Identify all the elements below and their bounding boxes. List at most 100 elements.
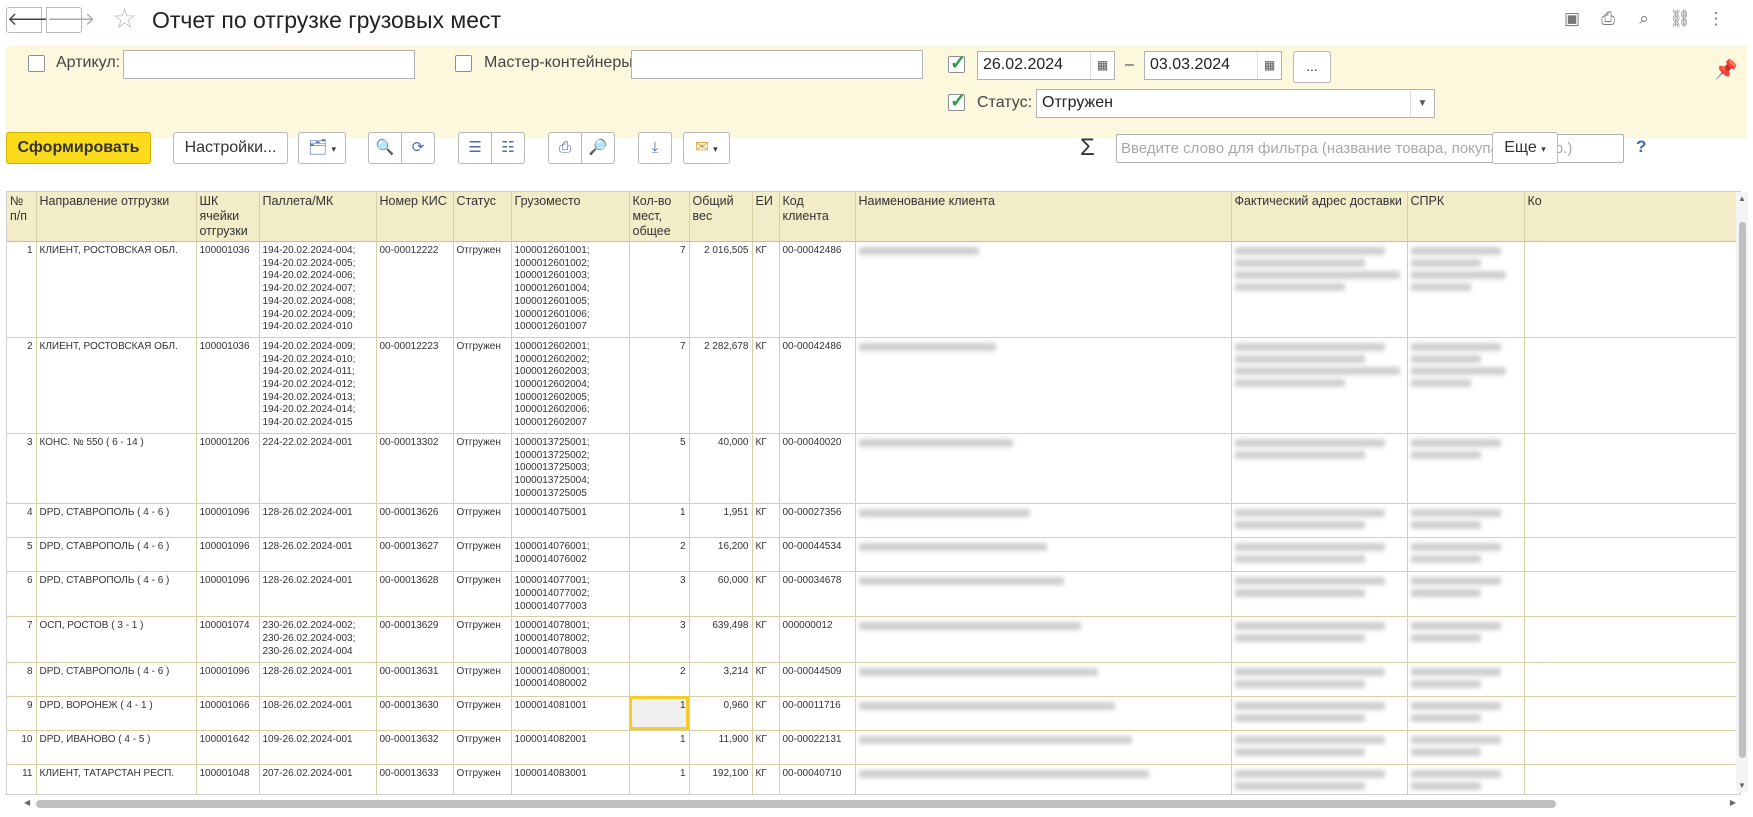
direction-cell[interactable]: КЛИЕНТ, ТАТАРСТАН РЕСП. <box>36 764 197 794</box>
kis-number-cell[interactable]: 00-00013630 <box>376 696 454 731</box>
cargo-place-cell[interactable]: 1000014077001; 1000014077002; 100001407700… <box>511 571 630 618</box>
next-column-cell[interactable] <box>1524 571 1740 618</box>
delivery-address-cell[interactable] <box>1231 433 1408 505</box>
cell-barcode[interactable]: 100001096 <box>196 571 260 618</box>
sum-icon[interactable]: Σ <box>1080 134 1095 162</box>
weight-cell[interactable]: 2 016,505 <box>689 241 753 338</box>
client-name-cell[interactable] <box>855 433 1232 505</box>
row-number[interactable]: 1 <box>7 241 37 338</box>
weight-cell[interactable]: 40,000 <box>689 433 753 505</box>
direction-cell[interactable]: DPD, СТАВРОПОЛЬ ( 4 - 6 ) <box>36 662 197 697</box>
calendar-icon[interactable]: ▦ <box>1090 52 1114 79</box>
client-name-cell[interactable] <box>855 503 1232 539</box>
status-cell[interactable]: Отгружен <box>453 571 512 618</box>
client-code-cell[interactable]: 00-00022131 <box>779 730 856 765</box>
more-vertical-icon[interactable]: ⋮ <box>1705 8 1727 30</box>
client-code-cell[interactable]: 00-00040710 <box>779 764 856 794</box>
pallet-cell[interactable]: 194-20.02.2024-004; 194-20.02.2024-005; 19… <box>259 241 377 338</box>
kis-number-cell[interactable]: 00-00012222 <box>376 241 454 338</box>
row-number[interactable]: 11 <box>7 764 37 794</box>
help-button[interactable]: ? <box>1636 137 1646 157</box>
sprk-cell[interactable] <box>1407 241 1525 338</box>
pallet-cell[interactable]: 128-26.02.2024-001 <box>259 571 377 618</box>
favorite-star-icon[interactable]: ☆ <box>112 4 137 34</box>
delivery-address-cell[interactable] <box>1231 241 1408 338</box>
delivery-address-cell[interactable] <box>1231 537 1408 573</box>
unit-cell[interactable]: КГ <box>752 537 780 573</box>
next-column-cell[interactable] <box>1524 696 1740 731</box>
delivery-address-cell[interactable] <box>1231 662 1408 697</box>
master-containers-checkbox[interactable] <box>455 55 472 72</box>
col-header[interactable]: ЕИ <box>752 192 780 242</box>
article-checkbox[interactable] <box>28 55 45 72</box>
kis-number-cell[interactable]: 00-00013632 <box>376 730 454 765</box>
row-number[interactable]: 5 <box>7 537 37 573</box>
places-count-cell[interactable]: 3 <box>629 571 690 618</box>
next-column-cell[interactable] <box>1524 764 1740 794</box>
row-number[interactable]: 8 <box>7 662 37 697</box>
status-cell[interactable]: Отгружен <box>453 433 512 505</box>
weight-cell[interactable]: 639,498 <box>689 616 753 663</box>
direction-cell[interactable]: DPD, ВОРОНЕЖ ( 4 - 1 ) <box>36 696 197 731</box>
direction-cell[interactable]: КОНС. № 550 ( 6 - 14 ) <box>36 433 197 505</box>
kis-number-cell[interactable]: 00-00013627 <box>376 537 454 573</box>
cell-barcode[interactable]: 100001074 <box>196 616 260 663</box>
sprk-cell[interactable] <box>1407 764 1525 794</box>
sprk-cell[interactable] <box>1407 537 1525 573</box>
client-name-cell[interactable] <box>855 571 1232 618</box>
print-icon[interactable]: ⎙ <box>1597 8 1619 30</box>
period-checkbox[interactable] <box>948 52 966 75</box>
col-header[interactable]: Статус <box>453 192 512 242</box>
pallet-cell[interactable]: 128-26.02.2024-001 <box>259 503 377 539</box>
sprk-cell[interactable] <box>1407 571 1525 618</box>
kis-number-cell[interactable]: 00-00013628 <box>376 571 454 618</box>
cell-barcode[interactable]: 100001206 <box>196 433 260 505</box>
row-number[interactable]: 6 <box>7 571 37 618</box>
cell-barcode[interactable]: 100001096 <box>196 662 260 697</box>
cargo-place-cell[interactable]: 1000012602001; 1000012602002; 100001260200… <box>511 337 630 434</box>
delivery-address-cell[interactable] <box>1231 503 1408 539</box>
row-number[interactable]: 4 <box>7 503 37 539</box>
client-code-cell[interactable]: 00-00042486 <box>779 241 856 338</box>
back-button[interactable]: 🡐 <box>6 7 55 33</box>
col-header[interactable]: СПРК <box>1407 192 1525 242</box>
client-code-cell[interactable]: 00-00011716 <box>779 696 856 731</box>
places-count-cell[interactable]: 1 <box>629 696 690 731</box>
client-name-cell[interactable] <box>855 337 1232 434</box>
weight-cell[interactable]: 2 282,678 <box>689 337 753 434</box>
variants-button[interactable]: 🗂 ▾ <box>298 132 346 164</box>
pallet-cell[interactable]: 194-20.02.2024-009; 194-20.02.2024-010; 19… <box>259 337 377 434</box>
client-name-cell[interactable] <box>855 696 1232 731</box>
client-name-cell[interactable] <box>855 241 1232 338</box>
status-cell[interactable]: Отгружен <box>453 764 512 794</box>
col-header[interactable]: Кол-во мест, общее <box>629 192 690 242</box>
unit-cell[interactable]: КГ <box>752 616 780 663</box>
col-header[interactable]: № п/п <box>7 192 37 242</box>
weight-cell[interactable]: 1,951 <box>689 503 753 539</box>
status-cell[interactable]: Отгружен <box>453 503 512 539</box>
pallet-cell[interactable]: 128-26.02.2024-001 <box>259 662 377 697</box>
table-row[interactable]: 9 DPD, ВОРОНЕЖ ( 4 - 1 ) 100001066 108-26.0… <box>7 696 1740 731</box>
table-row[interactable]: 1 КЛИЕНТ, РОСТОВСКАЯ ОБЛ. 100001036 194-20.… <box>7 241 1740 338</box>
print-button[interactable]: ⎙ <box>548 132 582 164</box>
scroll-up-icon[interactable]: ▲ <box>1738 194 1746 203</box>
sprk-cell[interactable] <box>1407 503 1525 539</box>
scroll-down-icon[interactable]: ▼ <box>1738 781 1746 790</box>
pallet-cell[interactable]: 224-22.02.2024-001 <box>259 433 377 505</box>
direction-cell[interactable]: КЛИЕНТ, РОСТОВСКАЯ ОБЛ. <box>36 241 197 338</box>
unit-cell[interactable]: КГ <box>752 662 780 697</box>
cell-barcode[interactable]: 100001036 <box>196 337 260 434</box>
client-name-cell[interactable] <box>855 537 1232 573</box>
scroll-left-icon[interactable]: ◀ <box>24 798 30 807</box>
client-code-cell[interactable]: 00-00027356 <box>779 503 856 539</box>
next-column-cell[interactable] <box>1524 337 1740 434</box>
unit-cell[interactable]: КГ <box>752 764 780 794</box>
table-row[interactable]: 11 КЛИЕНТ, ТАТАРСТАН РЕСП. 100001048 207-26… <box>7 764 1740 794</box>
period-select-button[interactable]: ... <box>1293 51 1331 83</box>
table-row[interactable]: 3 КОНС. № 550 ( 6 - 14 ) 100001206 224-22.0… <box>7 433 1740 505</box>
table-row[interactable]: 6 DPD, СТАВРОПОЛЬ ( 4 - 6 ) 100001096 128-2… <box>7 571 1740 618</box>
direction-cell[interactable]: КЛИЕНТ, РОСТОВСКАЯ ОБЛ. <box>36 337 197 434</box>
print-preview-button[interactable]: 🔎 <box>581 132 615 164</box>
direction-cell[interactable]: DPD, СТАВРОПОЛЬ ( 4 - 6 ) <box>36 503 197 539</box>
find-next-button[interactable]: ⟳ <box>401 132 435 164</box>
